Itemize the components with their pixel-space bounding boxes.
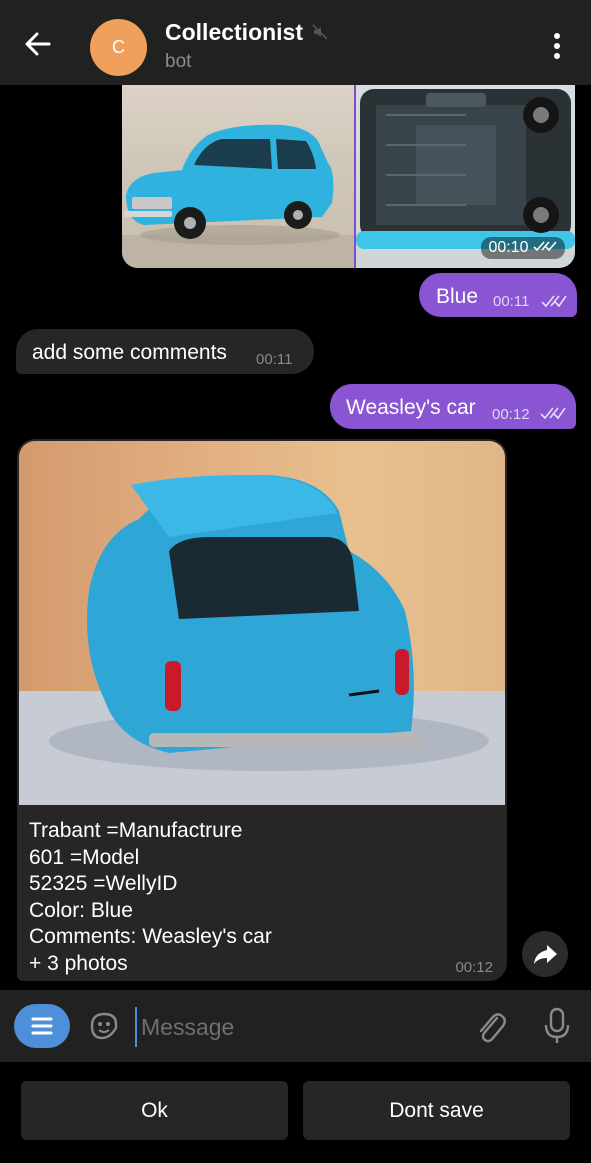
bot-menu-icon[interactable] [14,1004,70,1048]
incoming-message[interactable]: add some comments 00:11 [16,329,314,374]
message-text: Blue [436,285,479,308]
message-time: 00:12 [492,406,530,423]
double-check-icon [540,406,566,425]
muted-icon [312,24,328,40]
double-check-icon [533,239,557,256]
chat-subtitle: bot [165,51,192,72]
album-photo-car-side[interactable] [122,85,354,268]
card-line-model: 601 =Model [29,845,140,869]
avatar[interactable]: C [90,19,147,76]
keyboard-button-dont-save[interactable]: Dont save [303,1081,570,1140]
message-time: 00:11 [256,351,293,368]
card-photo-car-rear[interactable] [19,441,505,805]
keyboard-button-ok[interactable]: Ok [21,1081,288,1140]
card-line-manufacturer: Trabant =Manufactrure [29,819,243,842]
attach-icon[interactable] [473,1008,507,1044]
message-time: 00:11 [493,293,530,310]
sticker-icon[interactable] [86,1008,122,1044]
microphone-icon[interactable] [541,1006,573,1046]
outgoing-message[interactable]: Blue 00:11 [419,273,577,317]
card-text: Trabant =Manufactrure 601 =Model 52325 =… [29,818,272,977]
outgoing-message[interactable]: Weasley's car 00:12 [330,384,576,429]
message-input[interactable] [135,1007,461,1047]
message-text: add some comments [32,341,227,364]
card-line-welly-id: 52325 =WellyID [29,872,178,895]
card-line-comments: Comments: Weasley's car [29,925,272,948]
album-time-text: 00:10 [488,239,529,256]
double-check-icon [541,294,567,313]
card-line-photos: + 3 photos [29,951,128,975]
card-line-color: Color: Blue [29,898,133,922]
photo-album-message[interactable]: 00:10 [122,85,575,268]
share-forward-icon[interactable] [522,931,568,977]
back-arrow-icon[interactable] [18,24,58,64]
message-time: 00:12 [455,959,493,976]
album-timestamp: 00:10 [480,237,565,259]
more-vertical-icon[interactable] [544,30,570,62]
message-text: Weasley's car [346,396,476,419]
chat-title[interactable]: Collectionist [165,19,303,46]
bot-card-message[interactable]: Trabant =Manufactrure 601 =Model 52325 =… [17,439,507,981]
